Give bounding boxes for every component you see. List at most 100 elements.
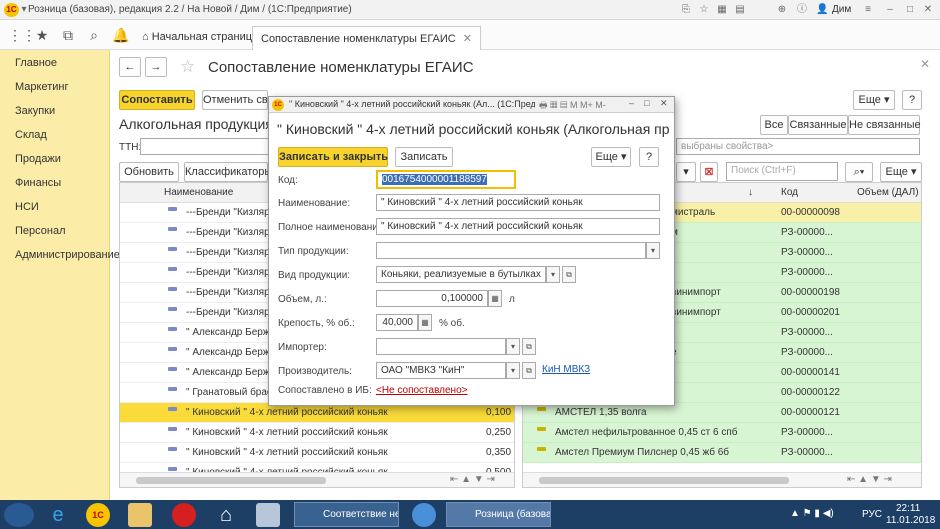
left-table-row[interactable]: " Киновский " 4-х летний российский конь… [120, 443, 514, 463]
settings-icon[interactable]: ≡ [862, 4, 874, 16]
page-close-icon[interactable]: ✕ [920, 57, 930, 71]
clock-date[interactable]: 11.01.2018 [886, 515, 935, 526]
bell-icon[interactable]: 🔔 [112, 27, 129, 43]
ttn-field[interactable] [140, 138, 270, 155]
full-name-field[interactable]: " Киновский " 4-х летний российский конь… [376, 218, 660, 235]
left-scroll-thumb[interactable] [136, 477, 326, 484]
calc-icon[interactable]: ▦ [716, 4, 728, 16]
volume-calc-icon[interactable]: ▦ [488, 290, 502, 307]
filter-linked-button[interactable]: Связанные [788, 115, 848, 135]
home-taskbar-icon[interactable]: ⌂ [214, 503, 238, 527]
opera-icon[interactable] [172, 503, 196, 527]
col-name-header[interactable]: Наименование [164, 187, 233, 198]
type-field[interactable] [376, 242, 646, 259]
tab-egais-matching[interactable]: Сопоставление номенклатуры ЕГАИС ✕ [252, 26, 482, 50]
favorite-star-icon[interactable]: ☆ [180, 57, 195, 77]
producer-open-icon[interactable]: ⧉ [522, 362, 536, 379]
apps-grid-icon[interactable]: ⋮⋮ [8, 27, 36, 43]
user-name[interactable]: Дим [832, 4, 851, 15]
left-scroll-nav[interactable]: ⇤ ▲ ▼ ⇥ [450, 474, 495, 485]
left-table-row[interactable]: " Киновский " 4-х летний российский конь… [120, 423, 514, 443]
search-icon[interactable]: ⌕ [86, 27, 102, 43]
user-icon[interactable]: 👤 [816, 4, 828, 16]
maximize-icon[interactable]: □ [904, 4, 916, 16]
kind-open-icon[interactable]: ⧉ [562, 266, 576, 283]
type-dropdown-icon[interactable]: ▾ [646, 242, 660, 259]
dialog-maximize-icon[interactable]: □ [644, 98, 649, 108]
calendar-icon[interactable]: ▤ [734, 4, 746, 16]
right-table-row[interactable]: Амстел Премиум Пилснер 0,45 жб 6б РЗ-0000… [523, 443, 921, 463]
refresh-button[interactable]: Обновить [119, 162, 179, 182]
strength-calc-icon[interactable]: ▦ [418, 314, 432, 331]
tab-home[interactable]: ⌂ Начальная страница [134, 26, 266, 50]
sidebar-item-nsi[interactable]: НСИ [15, 201, 39, 213]
sort-arrow-icon[interactable]: ↓ [748, 187, 753, 198]
matched-link[interactable]: <Не сопоставлено> [376, 385, 467, 396]
folder-icon[interactable] [128, 503, 152, 527]
minimize-icon[interactable]: – [884, 4, 896, 16]
sidebar-item-admin[interactable]: Администрирование [15, 249, 120, 261]
producer-field[interactable]: ОАО "МВКЗ "КиН" [376, 362, 506, 379]
importer-open-icon[interactable]: ⧉ [522, 338, 536, 355]
importer-dropdown-icon[interactable]: ▾ [506, 338, 520, 355]
producer-dropdown-icon[interactable]: ▾ [506, 362, 520, 379]
tray-icons[interactable]: ▲ ⚑ ▮ ◀) [790, 508, 834, 519]
right-scrollbar[interactable]: ⇤ ▲ ▼ ⇥ [523, 472, 921, 487]
classifiers-button[interactable]: Классификаторы [184, 162, 272, 182]
restore-icon[interactable]: ⊕ [776, 4, 788, 16]
star-icon[interactable]: ☆ [698, 4, 710, 16]
right-filter-field[interactable]: выбраны свойства> [676, 138, 920, 155]
taskbar-window-1c[interactable]: Розница (базова... [446, 502, 551, 527]
save-button[interactable]: Записать [395, 147, 453, 167]
sidebar-item-sales[interactable]: Продажи [15, 153, 61, 165]
dialog-minimize-icon[interactable]: – [629, 98, 634, 108]
filter-all-button[interactable]: Все [760, 115, 788, 135]
left-scrollbar[interactable]: ⇤ ▲ ▼ ⇥ [120, 472, 514, 487]
back-button[interactable]: ← [119, 57, 141, 77]
start-button-icon[interactable] [4, 503, 34, 527]
right-scroll-nav[interactable]: ⇤ ▲ ▼ ⇥ [847, 474, 892, 485]
volume-field[interactable]: 0,100000 [376, 290, 488, 307]
ie-icon[interactable]: e [46, 503, 70, 527]
history-icon[interactable]: ⧉ [60, 27, 76, 43]
dialog-help-button[interactable]: ? [639, 147, 659, 167]
dialog-tools-icons[interactable]: 🖶 ▦ ▤ M M+ M- [539, 98, 606, 114]
sidebar-item-warehouse[interactable]: Склад [15, 129, 47, 141]
search-input[interactable]: Поиск (Ctrl+F) [726, 162, 838, 181]
search-button[interactable]: ⌕▾ [845, 162, 873, 182]
info-icon[interactable]: ⓘ [796, 4, 808, 16]
onec-taskbar-icon[interactable]: 1С [86, 503, 110, 527]
kind-dropdown-icon[interactable]: ▾ [546, 266, 560, 283]
dialog-more-button[interactable]: Еще ▾ [591, 147, 631, 167]
col-volume-header[interactable]: Объем (ДАЛ) [857, 187, 919, 198]
left-table-row[interactable]: " Киновский " 4-х летний российский конь… [120, 403, 514, 423]
thunderbird-icon[interactable] [412, 503, 436, 527]
kind-field[interactable]: Коньяки, реализуемые в бутылках [376, 266, 546, 283]
favorites-star-icon[interactable]: ★ [34, 27, 50, 43]
right-dropdown-button[interactable]: ▾ [676, 162, 696, 182]
taskbar-window-firefox[interactable]: Соответствие не... [294, 502, 399, 527]
save-close-button[interactable]: Записать и закрыть [278, 147, 388, 167]
cancel-link-button[interactable]: Отменить связь [202, 90, 268, 110]
sidebar-item-main[interactable]: Главное [15, 57, 57, 69]
forward-button[interactable]: → [145, 57, 167, 77]
tab-close-icon[interactable]: ✕ [463, 33, 472, 45]
filter-not-linked-button[interactable]: Не связанные [848, 115, 921, 135]
more-button[interactable]: Еще ▾ [853, 90, 895, 110]
name-field[interactable]: " Киновский " 4-х летний российский конь… [376, 194, 660, 211]
producer-link[interactable]: КиН МВКЗ [542, 364, 590, 375]
calculator-icon[interactable] [256, 503, 280, 527]
clear-filter-icon[interactable]: ⊠ [700, 162, 718, 182]
help-button[interactable]: ? [902, 90, 922, 110]
strength-field[interactable]: 40,000 [376, 314, 418, 331]
compare-button[interactable]: Сопоставить [119, 90, 195, 110]
dialog-close-icon[interactable]: ✕ [660, 98, 668, 109]
close-icon[interactable]: ✕ [922, 4, 934, 16]
sidebar-item-marketing[interactable]: Маркетинг [15, 81, 68, 93]
code-field[interactable]: 0016754000001188597 [376, 170, 516, 189]
sidebar-item-finance[interactable]: Финансы [15, 177, 61, 189]
language-indicator[interactable]: РУС [862, 509, 882, 520]
right-table-row[interactable]: Амстел нефильтрованное 0,45 ст 6 спб РЗ-0… [523, 423, 921, 443]
importer-field[interactable] [376, 338, 506, 355]
link-icon[interactable]: ⎘ [680, 4, 692, 16]
